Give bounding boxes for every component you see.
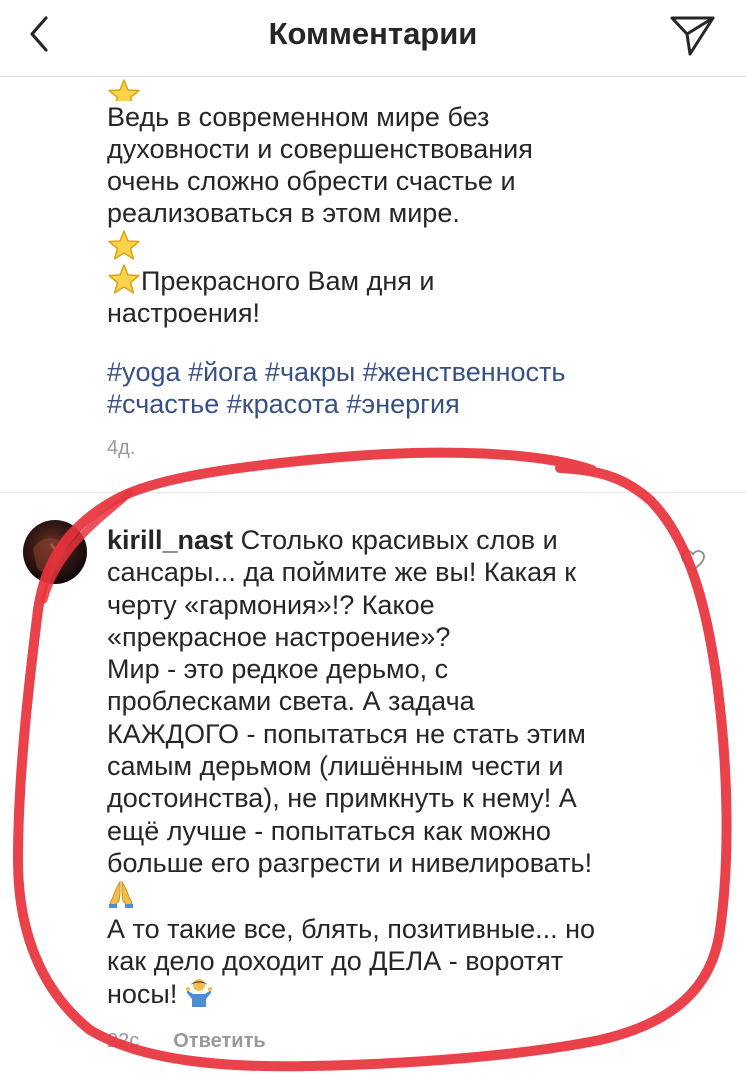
comment-body: kirill_nast Столько красивых слов и санс… [107, 524, 647, 1010]
caption-cut-line [107, 77, 667, 101]
avatar-photo [33, 537, 65, 573]
comment-text: Столько красивых слов и [233, 525, 558, 555]
hashtags: #yoga #йога #чакры #женственность #счаст… [107, 356, 566, 420]
comment-line: больше его разгрести и нивелировать! [107, 847, 593, 878]
hashtag-line[interactable]: #yoga #йога #чакры #женственность [107, 356, 566, 388]
avatar[interactable] [23, 520, 87, 584]
comment-text: носы! [107, 979, 185, 1010]
comment-line: Мир - это редкое дерьмо, с [107, 654, 449, 685]
post-timestamp: 4д. [107, 437, 136, 459]
caption-line: реализоваться в этом мире. [107, 198, 460, 228]
heart-icon [681, 550, 705, 571]
comment-line: как дело доходит до ДЕЛА - воротят [107, 945, 564, 976]
comment-line: сансары... да поймите же вы! Какая к [107, 557, 577, 588]
comment-line: черту «гармония»!? Какое [107, 589, 435, 620]
header-bar: Комментарии [0, 0, 746, 77]
post-caption-region: Ведь в современном мире без духовности и… [0, 77, 746, 497]
caption-line: Ведь в современном мире без [107, 102, 490, 132]
caption-line [107, 229, 667, 263]
caption-line: Прекрасного Вам дня и [107, 263, 667, 297]
comment-line: kirill_nast Столько красивых слов и [107, 524, 647, 556]
caption-line: настроения! [107, 298, 260, 328]
comment-line: носы! [107, 977, 647, 1010]
caption-text: Прекрасного Вам дня и [141, 266, 435, 296]
reply-button[interactable]: Ответить [173, 1030, 265, 1052]
comment-line: А то такие все, блять, позитивные... но [107, 913, 596, 944]
comment-line: КАЖДОГО - попытаться не стать этим [107, 718, 586, 749]
star-icon [108, 230, 140, 260]
divider [0, 492, 746, 493]
comment-line [107, 879, 647, 912]
caption-line: очень сложно обрести счастье и [107, 166, 516, 196]
comment-timestamp: 22с [107, 1030, 140, 1052]
comment-line: проблесками света. А задача [107, 686, 475, 717]
star-icon [108, 79, 140, 101]
person-shrugging-icon [185, 979, 212, 1008]
comment-line: самым дерьмом (лишённым чести и [107, 751, 564, 782]
hashtag-line[interactable]: #счастье #красота #энергия [107, 388, 566, 420]
comment-line: достоинства), не примкнуть к нему! А [107, 783, 577, 814]
comment-line: «прекрасное настроение»? [107, 621, 451, 652]
page-title: Комментарии [268, 16, 478, 51]
comment-meta: 22с Ответить [107, 1030, 266, 1053]
folded-hands-icon [109, 880, 133, 909]
star-icon [108, 264, 140, 294]
like-button[interactable] [680, 549, 706, 573]
comment-line: ещё лучше - попытаться как можно [107, 815, 551, 846]
post-caption: Ведь в современном мире без духовности и… [107, 77, 667, 329]
share-button[interactable] [668, 10, 718, 58]
comment-username[interactable]: kirill_nast [107, 525, 233, 555]
paper-plane-icon [670, 16, 715, 56]
caption-line: духовности и совершенствования [107, 134, 533, 164]
